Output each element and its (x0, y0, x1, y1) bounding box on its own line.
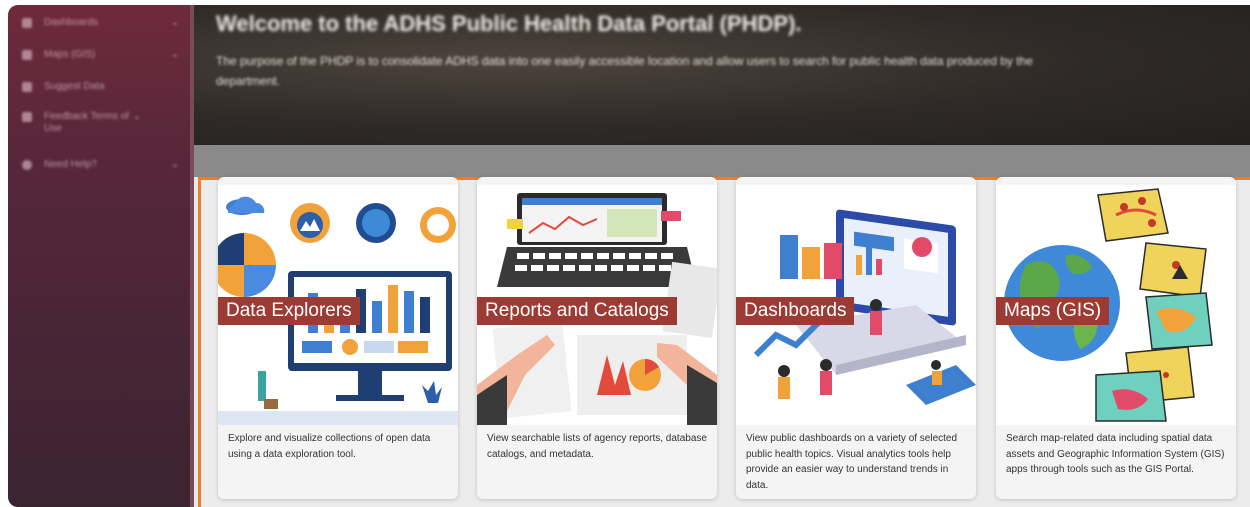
card-description: View public dashboards on a variety of s… (746, 433, 958, 491)
card-description: Explore and visualize collections of ope… (228, 433, 431, 460)
comment-icon (22, 112, 32, 122)
chevron-down-icon: ⌄ (170, 17, 180, 28)
card-description: Search map-related data including spatia… (1006, 433, 1225, 475)
card-title: Reports and Catalogs (477, 297, 677, 325)
hero-banner: Welcome to the ADHS Public Health Data P… (194, 5, 1250, 145)
sidebar: Dashboards ⌄ Maps (GIS) ⌄ Suggest Data F… (8, 5, 190, 507)
card-title: Data Explorers (218, 297, 360, 325)
lightbulb-icon (22, 82, 32, 92)
help-icon (22, 160, 32, 170)
hero-bottom-band (194, 145, 1250, 177)
grid-icon (22, 18, 32, 28)
card-reports-catalogs[interactable]: Reports and Catalogs View searchable lis… (477, 177, 717, 499)
chevron-down-icon: ⌄ (170, 49, 180, 60)
card-maps-gis[interactable]: Maps (GIS) Search map-related data inclu… (996, 177, 1236, 499)
sidebar-item-suggest-data[interactable]: Suggest Data (22, 81, 180, 93)
sidebar-item-feedback[interactable]: Feedback Terms of Use ⌄ (22, 111, 142, 135)
hero-description: The purpose of the PHDP is to consolidat… (216, 54, 1033, 88)
map-icon (22, 50, 32, 60)
page-title: Welcome to the ADHS Public Health Data P… (216, 11, 802, 36)
chevron-down-icon: ⌄ (170, 159, 180, 170)
chevron-down-icon: ⌄ (132, 111, 142, 122)
card-data-explorers[interactable]: Data Explorers Explore and visualize col… (218, 177, 458, 499)
card-title: Maps (GIS) (996, 297, 1110, 325)
sidebar-item-maps[interactable]: Maps (GIS) ⌄ (22, 49, 180, 61)
card-title: Dashboards (736, 297, 855, 325)
card-description: View searchable lists of agency reports,… (487, 433, 707, 460)
card-dashboards[interactable]: Dashboards View public dashboards on a v… (736, 177, 976, 499)
sidebar-item-help[interactable]: Need Help? ⌄ (22, 159, 180, 171)
sidebar-item-dashboards[interactable]: Dashboards ⌄ (22, 17, 180, 29)
